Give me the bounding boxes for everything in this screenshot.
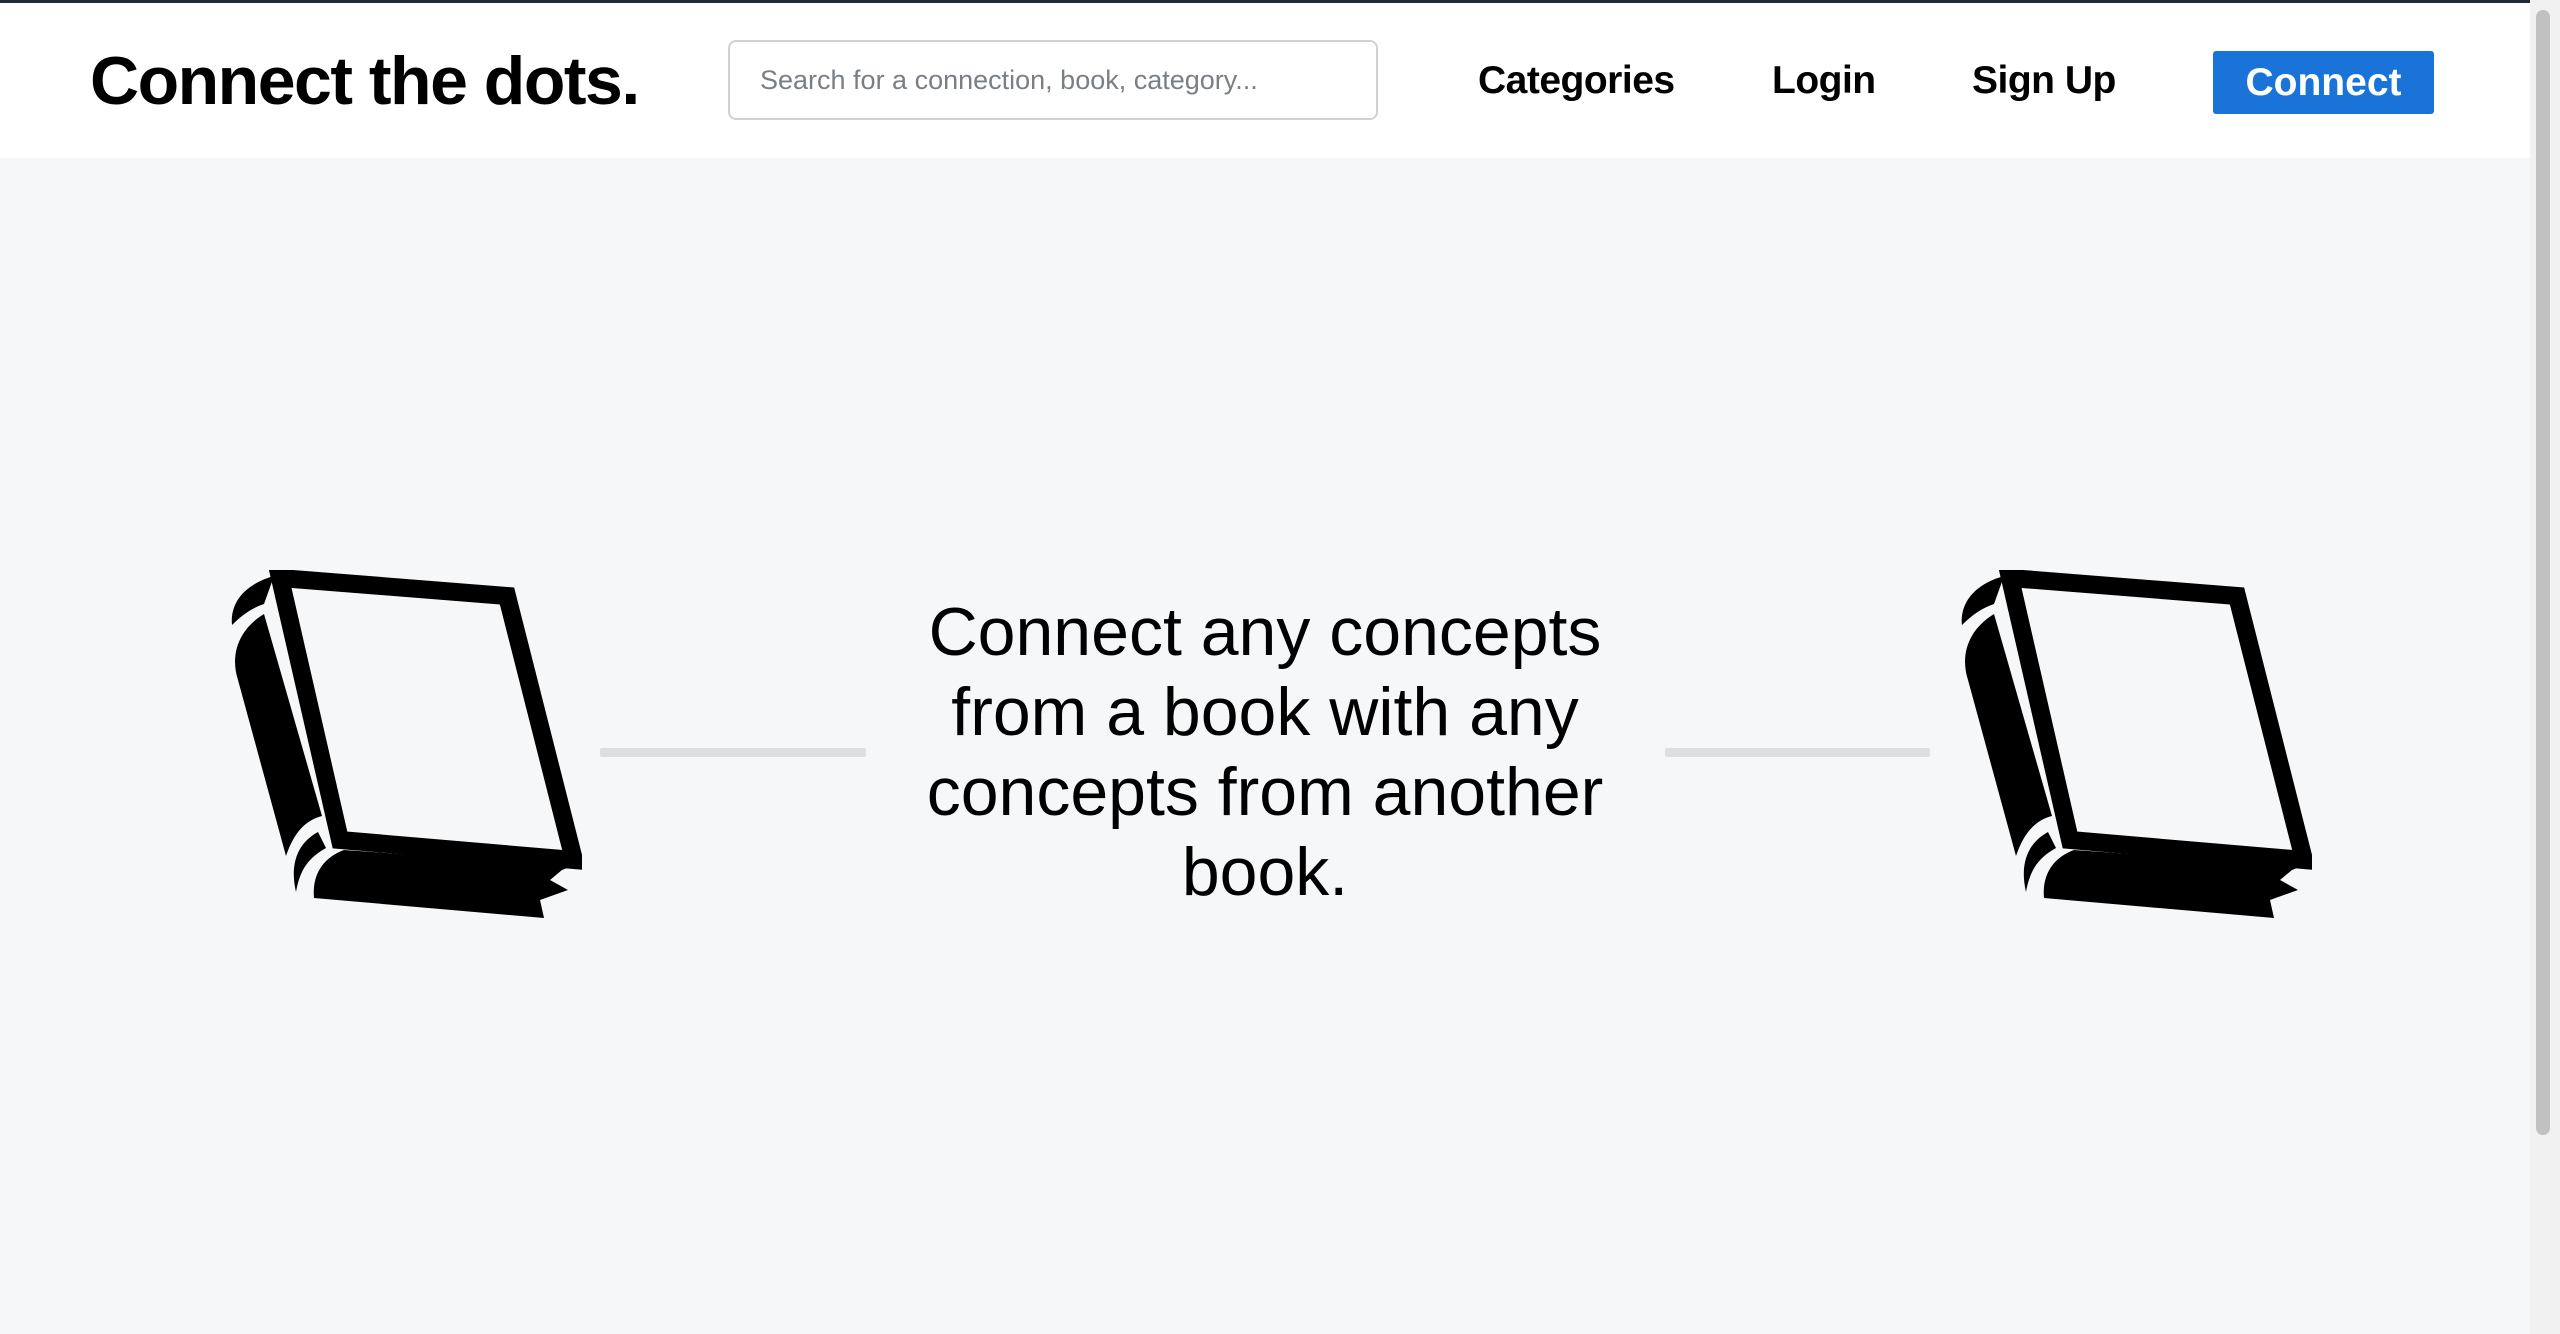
book-icon	[1961, 570, 2312, 918]
nav-signup-link[interactable]: Sign Up	[1972, 55, 2116, 107]
scrollbar-thumb[interactable]	[2536, 10, 2550, 1135]
nav-login-link[interactable]: Login	[1772, 55, 1876, 107]
hero-tagline: Connect any concepts from a book with an…	[926, 594, 1604, 910]
connector-line-left	[600, 748, 866, 757]
site-header: Connect the dots. Categories Login Sign …	[0, 3, 2530, 158]
site-logo[interactable]: Connect the dots.	[90, 41, 640, 121]
connector-line-right	[1665, 748, 1930, 757]
nav-categories-link[interactable]: Categories	[1478, 55, 1675, 107]
connect-button[interactable]: Connect	[2213, 51, 2434, 114]
book-icon	[231, 570, 582, 918]
search-input[interactable]	[728, 40, 1378, 120]
